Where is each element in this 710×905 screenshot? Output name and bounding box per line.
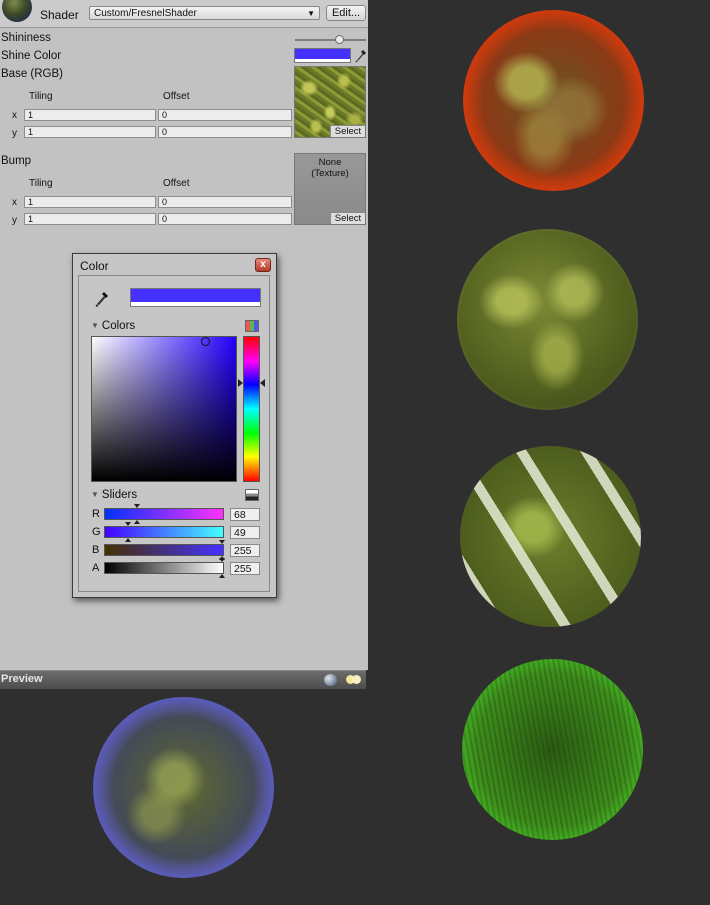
- preview-lights-icon[interactable]: [346, 675, 362, 685]
- channel-a-marker-top[interactable]: [219, 558, 225, 562]
- base-offset-label: Offset: [163, 91, 190, 102]
- current-color-fill: [131, 289, 260, 302]
- channel-g-slider[interactable]: [104, 526, 224, 538]
- bump-select-button[interactable]: Select: [330, 212, 365, 224]
- bump-tiling-label: Tiling: [29, 178, 53, 189]
- dropdown-arrow-icon: ▼: [307, 9, 315, 18]
- fresnel-red-sphere: [463, 10, 644, 191]
- diffuse-sphere: [457, 229, 638, 410]
- channel-g-marker-bottom[interactable]: [125, 538, 132, 542]
- slider-mode-icon[interactable]: [245, 489, 259, 501]
- bump-label: Bump: [1, 155, 32, 167]
- channel-b-slider[interactable]: [104, 544, 224, 556]
- colors-section-label: Colors: [101, 320, 136, 332]
- material-thumbnail: [2, 0, 32, 22]
- channel-a-value[interactable]: 255: [230, 562, 260, 575]
- bump-none-line2: (Texture): [311, 168, 349, 179]
- bump-tiling-x-field[interactable]: 1: [24, 196, 156, 208]
- fresnel-blue-preview-sphere: [93, 697, 274, 878]
- collapse-triangle-icon: ▼: [91, 321, 99, 330]
- channel-g-value[interactable]: 49: [230, 526, 260, 539]
- preview-title: Preview: [1, 673, 43, 685]
- shader-label: Shader: [40, 8, 79, 22]
- bump-none-line1: None: [318, 157, 342, 168]
- bump-x-label: x: [12, 197, 17, 208]
- base-tiling-x-field[interactable]: 1: [24, 109, 156, 121]
- collapse-triangle-icon: ▼: [91, 490, 99, 499]
- shine-color-fill: [295, 49, 350, 59]
- hue-marker-left[interactable]: [238, 379, 243, 387]
- channel-a-label: A: [92, 562, 100, 574]
- preview-bar[interactable]: Preview: [0, 670, 366, 689]
- base-y-label: y: [12, 128, 17, 139]
- channel-b-value[interactable]: 255: [230, 544, 260, 557]
- channel-r-label: R: [92, 508, 100, 520]
- current-color-preview: [130, 288, 261, 307]
- close-icon[interactable]: x: [255, 258, 271, 272]
- channel-b-marker-top[interactable]: [219, 540, 225, 544]
- channel-r-slider[interactable]: [104, 508, 224, 520]
- color-dialog-title: Color: [80, 259, 109, 273]
- channel-r-marker-bottom[interactable]: [133, 520, 140, 524]
- shader-dropdown[interactable]: Custom/FresnelShader ▼: [89, 6, 320, 20]
- shininess-label: Shininess: [1, 32, 51, 44]
- preview-mesh-sphere-icon[interactable]: [324, 674, 337, 686]
- bump-texture-slot[interactable]: None (Texture) Select: [294, 153, 366, 225]
- channel-g-label: G: [92, 526, 101, 538]
- channel-r-value[interactable]: 68: [230, 508, 260, 521]
- color-mode-icon[interactable]: [245, 320, 259, 332]
- base-label: Base (RGB): [1, 68, 63, 80]
- bump-tiling-y-field[interactable]: 1: [24, 213, 156, 225]
- channel-b-label: B: [92, 544, 100, 556]
- channel-a-slider[interactable]: [104, 562, 224, 574]
- sv-picker-marker[interactable]: [201, 337, 210, 346]
- base-tiling-label: Tiling: [29, 91, 53, 102]
- shininess-slider[interactable]: [295, 39, 366, 41]
- channel-r-marker-top[interactable]: [133, 504, 140, 508]
- saturation-value-picker[interactable]: [91, 336, 237, 482]
- light-dot-2: [352, 675, 361, 684]
- base-select-button[interactable]: Select: [330, 125, 365, 137]
- sliders-section-label: Sliders: [101, 489, 138, 501]
- base-texture-slot[interactable]: Select: [294, 66, 366, 138]
- green-sphere: [462, 659, 643, 840]
- shininess-slider-thumb[interactable]: [334, 35, 344, 44]
- hue-slider[interactable]: [243, 336, 260, 482]
- eyedropper-icon[interactable]: [94, 289, 110, 307]
- shine-color-swatch[interactable]: [294, 48, 351, 63]
- eyedropper-icon[interactable]: [354, 47, 368, 63]
- base-x-label: x: [12, 110, 17, 121]
- colors-section-header[interactable]: ▼ Colors: [91, 320, 135, 332]
- shader-bar: Shader Custom/FresnelShader ▼ Edit...: [0, 0, 368, 28]
- hue-marker-right[interactable]: [260, 379, 265, 387]
- bump-none-text: None (Texture): [295, 157, 365, 179]
- bump-offset-x-field[interactable]: 0: [158, 196, 292, 208]
- base-tiling-y-field[interactable]: 1: [24, 126, 156, 138]
- edit-shader-button[interactable]: Edit...: [326, 5, 366, 21]
- bump-offset-label: Offset: [163, 178, 190, 189]
- base-offset-y-field[interactable]: 0: [158, 126, 292, 138]
- base-offset-x-field[interactable]: 0: [158, 109, 292, 121]
- color-picker-window[interactable]: Color x ▼ Colors ▼ Sliders R 68 G 49 B 255…: [72, 253, 277, 598]
- bump-offset-y-field[interactable]: 0: [158, 213, 292, 225]
- channel-a-marker-bottom[interactable]: [219, 574, 225, 578]
- specular-sphere: [460, 446, 641, 627]
- channel-g-marker-top[interactable]: [125, 522, 132, 526]
- shine-color-label: Shine Color: [1, 50, 62, 62]
- shader-dropdown-value: Custom/FresnelShader: [94, 8, 197, 19]
- bump-y-label: y: [12, 215, 17, 226]
- sliders-section-header[interactable]: ▼ Sliders: [91, 489, 137, 501]
